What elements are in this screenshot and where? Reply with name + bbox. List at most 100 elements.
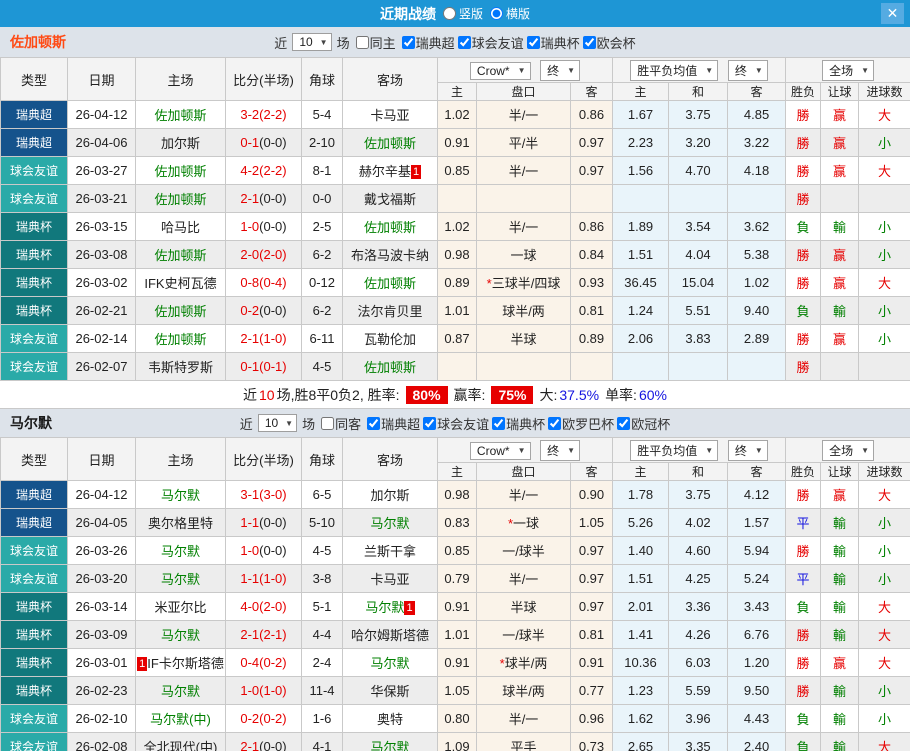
- score-cell: 2-1(0-0): [225, 732, 302, 751]
- corner-cell: 11-4: [301, 676, 343, 705]
- league-filter-checkbox[interactable]: 瑞典超: [401, 33, 455, 52]
- avg-home-odds: 1.51: [612, 240, 670, 269]
- goals-cell: 小: [858, 536, 910, 565]
- date-cell: 26-03-01: [67, 648, 136, 677]
- league-filter-checkbox[interactable]: 欧冠杯: [617, 414, 670, 433]
- same-venue-checkbox[interactable]: 同客: [321, 414, 361, 433]
- recent-results-dialog: 近期战绩 竖版 横版 ✕ 佐加顿斯 近 10 ▼ 场 同主 瑞典超 球会友谊 瑞典杯: [0, 0, 910, 751]
- league-filter-checkbox[interactable]: 球会友谊: [423, 414, 489, 433]
- away-team-name: 马尔默: [370, 656, 410, 671]
- games-label: 场: [302, 416, 316, 432]
- col-avg-home: 主: [612, 462, 670, 481]
- league-filter-checkbox[interactable]: 欧罗巴杯: [548, 414, 614, 433]
- date-cell: 26-04-06: [67, 128, 136, 157]
- cover-cell: 輸: [820, 508, 860, 537]
- recent-count-select[interactable]: 10 ▼: [292, 33, 332, 51]
- home-team-cell: 马尔默(中): [135, 704, 226, 733]
- same-venue-checkbox[interactable]: 同主: [355, 33, 396, 52]
- avg-draw-odds: 3.20: [668, 128, 729, 157]
- avg-final-select[interactable]: 终 ▼: [727, 439, 768, 461]
- league-filter-checkbox[interactable]: 瑞典杯: [526, 33, 580, 52]
- recent-count-select[interactable]: 10 ▼: [257, 414, 298, 432]
- handicap-home-odds: 0.91: [437, 648, 477, 677]
- avg-away-odds: 2.40: [727, 732, 787, 751]
- win-rate-badge: 80%: [405, 385, 448, 404]
- match-row: 球会友谊 26-02-10 马尔默(中) 0-2(0-2) 1-6 奥特 0.80 半/一 0.…: [0, 704, 910, 733]
- goals-cell: 大: [858, 268, 910, 297]
- home-team-cell: 佐加顿斯: [135, 296, 226, 325]
- near-label: 近: [274, 35, 288, 51]
- handicap-cell: 一/球半: [476, 620, 571, 649]
- checkbox-input[interactable]: [492, 416, 506, 430]
- col-corner: 角球: [301, 57, 343, 101]
- layout-radio-vertical-label: 竖版: [458, 7, 483, 21]
- match-row: 瑞典杯 26-03-02 IFK史柯瓦德 0-8(0-4) 0-12 佐加顿斯 0.89 *三…: [0, 268, 910, 297]
- result-cell: 勝: [785, 240, 822, 269]
- avg-away-odds: [727, 184, 787, 213]
- avg-away-odds: [727, 352, 787, 381]
- away-team-name: 奥特: [376, 712, 403, 727]
- col-avg-away: 客: [727, 82, 787, 101]
- league-filter-checkbox[interactable]: 球会友谊: [457, 33, 524, 52]
- handicap-value: 一/球半: [502, 544, 545, 559]
- close-button[interactable]: ✕: [881, 3, 904, 24]
- odds-company-select[interactable]: Crow* ▼: [469, 61, 531, 80]
- cover-cell: 輸: [820, 704, 860, 733]
- away-team-cell: 佐加顿斯: [342, 212, 438, 241]
- odds-final-select[interactable]: 终 ▼: [540, 439, 581, 461]
- checkbox-input[interactable]: [582, 35, 596, 49]
- layout-radio-vertical[interactable]: 竖版: [442, 5, 483, 22]
- match-row: 球会友谊 26-02-14 佐加顿斯 2-1(1-0) 6-11 瓦勒伦加 0.87 半球 0.…: [0, 324, 910, 353]
- league-filter-checkbox[interactable]: 欧会杯: [582, 33, 636, 52]
- home-team-name: 韦斯特罗斯: [147, 360, 213, 375]
- handicap-value: 球半/两: [504, 656, 548, 671]
- odds-final-select[interactable]: 终 ▼: [540, 59, 581, 81]
- checkbox-input[interactable]: [367, 416, 381, 430]
- scope-select[interactable]: 全场 ▼: [822, 59, 875, 81]
- handicap-cell: 平/半: [476, 128, 571, 157]
- avg-final-select[interactable]: 终 ▼: [727, 59, 768, 81]
- league-filter-label: 欧冠杯: [631, 416, 671, 432]
- avg-final-value: 终: [734, 443, 747, 458]
- odds-company-select[interactable]: Crow* ▼: [469, 441, 531, 460]
- home-team-name: IFK史柯瓦德: [144, 276, 217, 291]
- odds-company-value: Crow*: [476, 63, 510, 78]
- checkbox-input[interactable]: [526, 35, 540, 49]
- col-away: 客场: [342, 57, 438, 101]
- avg-select[interactable]: 胜平负均值 ▼: [630, 59, 719, 81]
- away-team-cell: 加尔斯: [342, 480, 438, 509]
- league-filter-checkbox[interactable]: 瑞典超: [367, 414, 420, 433]
- avg-draw-odds: 3.35: [668, 732, 729, 751]
- corner-cell: 5-10: [301, 508, 343, 537]
- col-avg-home: 主: [612, 82, 670, 101]
- scope-select[interactable]: 全场 ▼: [822, 439, 875, 461]
- match-row: 球会友谊 26-03-21 佐加顿斯 2-1(0-0) 0-0 戴戈福斯勝: [0, 184, 910, 213]
- checkbox-input[interactable]: [355, 35, 369, 49]
- handicap-home-odds: 0.98: [437, 480, 477, 509]
- radio-input-horizontal[interactable]: [490, 7, 503, 20]
- avg-draw-odds: 3.36: [668, 592, 729, 621]
- home-team-name: 加尔斯: [160, 136, 200, 151]
- corner-cell: 3-8: [301, 564, 343, 593]
- halftime-score: (2-2): [259, 163, 287, 178]
- score-cell: 0-2(0-0): [225, 296, 302, 325]
- radio-input-vertical[interactable]: [442, 7, 456, 20]
- score-cell: 2-1(2-1): [225, 620, 302, 649]
- avg-away-odds: 9.50: [727, 676, 787, 705]
- checkbox-input[interactable]: [548, 416, 562, 430]
- checkbox-input[interactable]: [457, 35, 471, 49]
- fulltime-score: 2-1: [240, 191, 260, 206]
- checkbox-input[interactable]: [617, 416, 631, 430]
- avg-select[interactable]: 胜平负均值 ▼: [630, 439, 719, 461]
- col-handicap: 盘口: [476, 462, 571, 481]
- dialog-title: 近期战绩: [379, 5, 436, 22]
- layout-radio-horizontal[interactable]: 横版: [490, 5, 530, 22]
- handicap-away-odds: 0.90: [569, 480, 614, 509]
- close-icon: ✕: [886, 5, 899, 21]
- league-filter-checkbox[interactable]: 瑞典杯: [492, 414, 545, 433]
- checkbox-input[interactable]: [401, 35, 415, 49]
- checkbox-input[interactable]: [423, 416, 437, 430]
- avg-away-odds: 3.62: [727, 212, 787, 241]
- summary-record: 场,胜8平0负2, 胜率:: [276, 386, 400, 403]
- checkbox-input[interactable]: [321, 416, 335, 430]
